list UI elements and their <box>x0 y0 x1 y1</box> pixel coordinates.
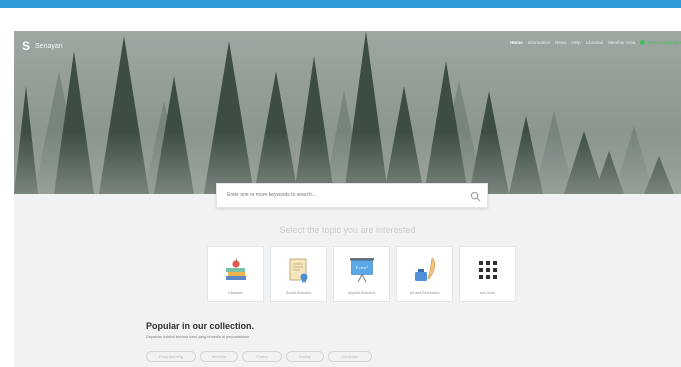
popular-section: Popular in our collection. Dapatkan kole… <box>146 321 254 339</box>
search-icon[interactable] <box>470 191 481 202</box>
topic-label: see more <box>480 291 495 295</box>
tag-chip[interactable]: Website <box>200 351 238 362</box>
page: S Senayan Home Information News Help Lib… <box>14 31 681 367</box>
topic-card-literature[interactable]: Literature <box>207 246 264 302</box>
topic-label: Literature <box>227 291 244 295</box>
search-box <box>216 183 488 208</box>
forest-background-image <box>14 31 681 194</box>
topic-list: Literature Social Sciences E=mc² Applied… <box>207 246 516 302</box>
tag-chip[interactable]: Programming <box>146 351 196 362</box>
nav-member-area[interactable]: Member Area <box>608 40 635 45</box>
certificate-scroll-icon <box>289 258 308 283</box>
svg-text:E=mc²: E=mc² <box>356 266 369 270</box>
language-flag-icon <box>640 40 646 45</box>
topic-label: Art and Recreation <box>409 291 440 295</box>
tag-chip[interactable]: Komputer <box>328 351 372 362</box>
topic-card-applied-sciences[interactable]: E=mc² Applied Sciences <box>333 246 390 302</box>
tag-chip[interactable]: Biologi <box>286 351 324 362</box>
browser-top-bar <box>0 0 681 8</box>
search-input[interactable] <box>225 191 459 199</box>
grid-dots-icon <box>479 261 497 279</box>
hero-banner: S Senayan Home Information News Help Lib… <box>14 31 681 194</box>
nav-home[interactable]: Home <box>510 40 523 45</box>
topic-card-art-and-recreation[interactable]: Art and Recreation <box>396 246 453 302</box>
topic-card-social-sciences[interactable]: Social Sciences <box>270 246 327 302</box>
nav-librarian[interactable]: Librarian <box>586 40 604 45</box>
topics-heading: Select the topic you are interested <box>279 225 416 235</box>
popular-title: Popular in our collection. <box>146 321 255 331</box>
brand-logo-icon: S <box>22 39 31 53</box>
main-nav: Home Information News Help Librarian Mem… <box>510 40 681 45</box>
tag-chip[interactable]: Poetry <box>242 351 282 362</box>
popular-subtitle: Dapatkan koleksi terbaru kami yang terse… <box>146 335 251 339</box>
nav-help[interactable]: Help <box>571 40 580 45</box>
topic-label: Applied Sciences <box>347 291 376 295</box>
language-selector[interactable]: Select Language <box>640 40 681 45</box>
tag-list: Programming Website Poetry Biologi Kompu… <box>146 351 372 362</box>
books-apple-icon <box>226 258 246 280</box>
topic-label: Social Sciences <box>285 291 312 295</box>
topic-card-see-more[interactable]: see more <box>459 246 516 302</box>
presentation-board-icon: E=mc² <box>350 258 374 283</box>
brand[interactable]: S Senayan <box>22 39 63 53</box>
nav-news[interactable]: News <box>555 40 566 45</box>
ink-quill-icon <box>415 257 436 281</box>
brand-name: Senayan <box>35 42 63 50</box>
nav-information[interactable]: Information <box>528 40 551 45</box>
language-label: Select Language <box>647 40 681 45</box>
